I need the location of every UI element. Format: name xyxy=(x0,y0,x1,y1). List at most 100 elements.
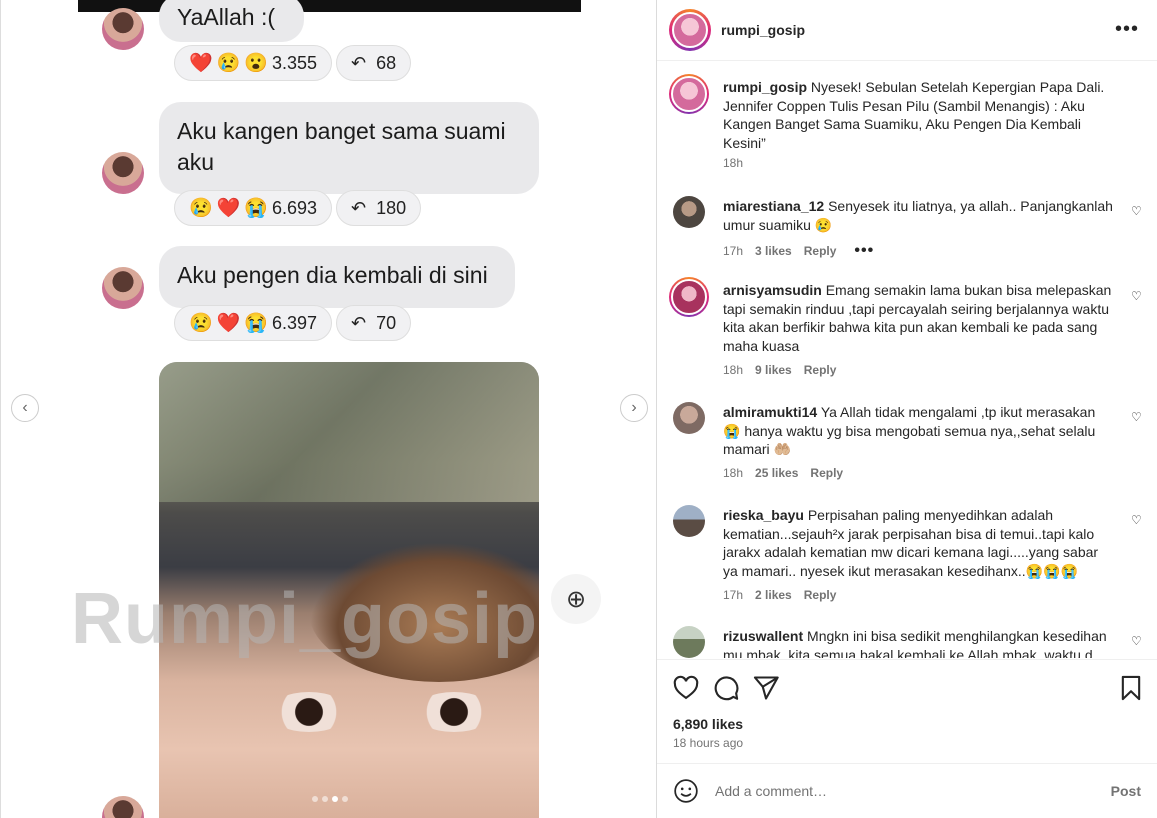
reaction-count: 6.397 xyxy=(272,312,318,333)
comment-text-block: rizuswallent Mngkn ini bisa sedikit meng… xyxy=(723,627,1115,658)
reply-count-chip: ↶ 68 xyxy=(336,45,412,81)
like-comment-heart-icon[interactable]: ♡ xyxy=(1131,513,1145,527)
comment-likes[interactable]: 25 likes xyxy=(755,466,798,480)
reaction-count: 3.355 xyxy=(272,52,318,73)
chat-avatar xyxy=(102,152,144,194)
eye xyxy=(414,692,494,732)
reply-count: 180 xyxy=(376,197,407,218)
caption-time[interactable]: 18h xyxy=(723,156,743,170)
share-paper-plane-icon[interactable] xyxy=(752,674,780,702)
comment-text-block: arnisyamsudin Emang semakin lama bukan b… xyxy=(723,281,1115,355)
chevron-right-icon: › xyxy=(631,399,637,416)
eye xyxy=(269,692,349,732)
chat-avatar xyxy=(102,8,144,50)
comment-text-block: almiramukti14 Ya Allah tidak mengalami ,… xyxy=(723,403,1115,459)
instagram-post-modal: YaAllah :( ❤️ 😢 😮 3.355 ↶ 68 Aku kangen … xyxy=(0,0,1157,818)
post-comment-button[interactable]: Post xyxy=(1111,783,1141,799)
like-comment-heart-icon[interactable]: ♡ xyxy=(1131,634,1145,648)
reply-arrow-icon: ↶ xyxy=(351,197,367,218)
comment-time[interactable]: 18h xyxy=(723,466,743,480)
car-window xyxy=(159,362,539,502)
author-avatar[interactable] xyxy=(669,9,711,51)
reaction-chip: 😢 ❤️ 😭 6.693 xyxy=(174,190,333,226)
reply-count: 68 xyxy=(376,52,397,73)
heart-emoji: ❤️ xyxy=(189,53,213,74)
caption-username[interactable]: rumpi_gosip xyxy=(723,79,807,95)
reply-count-chip: ↶ 70 xyxy=(336,305,412,341)
comment-bubble-icon[interactable] xyxy=(712,674,740,702)
previous-slide-button[interactable]: ‹ xyxy=(11,394,39,422)
like-comment-heart-icon[interactable]: ♡ xyxy=(1131,410,1145,424)
post-time[interactable]: 18 hours ago xyxy=(673,736,743,750)
comment-likes[interactable]: 3 likes xyxy=(755,244,792,258)
reaction-count: 6.693 xyxy=(272,197,318,218)
sad-emoji: 😢 xyxy=(189,198,213,219)
reply-button[interactable]: Reply xyxy=(804,363,837,377)
reply-count: 70 xyxy=(376,312,397,333)
chat-avatar xyxy=(102,267,144,309)
comment-username[interactable]: arnisyamsudin xyxy=(723,282,822,298)
comment-likes[interactable]: 2 likes xyxy=(755,588,792,602)
screenshot-top-bar xyxy=(78,0,581,12)
reaction-chip: 😢 ❤️ 😭 6.397 xyxy=(174,305,333,341)
post-actions: 6,890 likes 18 hours ago xyxy=(657,659,1157,763)
comment-username[interactable]: miarestiana_12 xyxy=(723,198,824,214)
comments-list[interactable]: rumpi_gosip Nyesek! Sebulan Setelah Kepe… xyxy=(657,62,1157,658)
more-options-icon[interactable]: ••• xyxy=(1115,19,1139,39)
reply-button[interactable]: Reply xyxy=(804,244,837,258)
comment-text-block: miarestiana_12 Senyesek itu liatnya, ya … xyxy=(723,197,1115,234)
crying-emoji: 😭 xyxy=(244,198,269,219)
chat-bubble: Aku kangen banget sama suami aku xyxy=(159,102,539,194)
comment-username[interactable]: rieska_bayu xyxy=(723,507,804,523)
comment-time[interactable]: 17h xyxy=(723,244,743,258)
comment-text-block: rieska_bayu Perpisahan paling menyedihka… xyxy=(723,506,1115,580)
reaction-chip: ❤️ 😢 😮 3.355 xyxy=(174,45,333,81)
comment-time[interactable]: 18h xyxy=(723,363,743,377)
like-count[interactable]: 6,890 likes xyxy=(673,716,743,732)
next-slide-button[interactable]: › xyxy=(620,394,648,422)
commenter-avatar[interactable] xyxy=(673,402,705,434)
comment-more-icon[interactable]: ••• xyxy=(854,242,874,260)
comment-composer: Post xyxy=(657,763,1157,818)
commenter-avatar[interactable] xyxy=(673,196,705,228)
sad-emoji: 😢 xyxy=(189,313,213,334)
comment-likes[interactable]: 9 likes xyxy=(755,363,792,377)
author-avatar[interactable] xyxy=(669,74,709,114)
carousel-indicator xyxy=(312,796,348,802)
like-comment-heart-icon[interactable]: ♡ xyxy=(1131,289,1145,303)
carousel-dot xyxy=(312,796,318,802)
crying-emoji: 😭 xyxy=(244,313,269,334)
caption-text-block: rumpi_gosip Nyesek! Sebulan Setelah Kepe… xyxy=(723,78,1115,152)
chat-bubble: Aku pengen dia kembali di sini xyxy=(159,246,515,308)
comment-meta: 18h 9 likes Reply xyxy=(723,363,836,377)
like-comment-heart-icon[interactable]: ♡ xyxy=(1131,204,1145,218)
comment-meta: 18h 25 likes Reply xyxy=(723,466,843,480)
caption-meta: 18h xyxy=(723,156,743,170)
chat-avatar xyxy=(102,796,144,818)
commenter-avatar[interactable] xyxy=(673,626,705,658)
reply-button[interactable]: Reply xyxy=(810,466,843,480)
reply-button[interactable]: Reply xyxy=(804,588,837,602)
heart-emoji: ❤️ xyxy=(216,313,241,334)
comment-username[interactable]: rizuswallent xyxy=(723,628,803,644)
chat-bubble: YaAllah :( xyxy=(159,0,304,42)
commenter-avatar[interactable] xyxy=(673,505,705,537)
reply-arrow-icon: ↶ xyxy=(351,312,367,333)
post-media: YaAllah :( ❤️ 😢 😮 3.355 ↶ 68 Aku kangen … xyxy=(0,0,656,818)
chevron-left-icon: ‹ xyxy=(22,399,28,416)
comment-meta: 17h 2 likes Reply xyxy=(723,588,836,602)
reply-arrow-icon: ↶ xyxy=(351,52,367,73)
sad-emoji: 😢 xyxy=(216,53,241,74)
smiley-icon[interactable] xyxy=(673,778,699,804)
commenter-avatar[interactable] xyxy=(669,277,709,317)
like-heart-icon[interactable] xyxy=(672,674,700,702)
comment-input[interactable] xyxy=(715,783,1085,799)
comment-username[interactable]: almiramukti14 xyxy=(723,404,817,420)
save-bookmark-icon[interactable] xyxy=(1117,674,1145,702)
author-username[interactable]: rumpi_gosip xyxy=(721,22,805,38)
carousel-dot xyxy=(322,796,328,802)
comment-time[interactable]: 17h xyxy=(723,588,743,602)
zoom-add-icon: ⊕ xyxy=(551,574,601,624)
reply-count-chip: ↶ 180 xyxy=(336,190,422,226)
wow-emoji: 😮 xyxy=(244,53,269,74)
